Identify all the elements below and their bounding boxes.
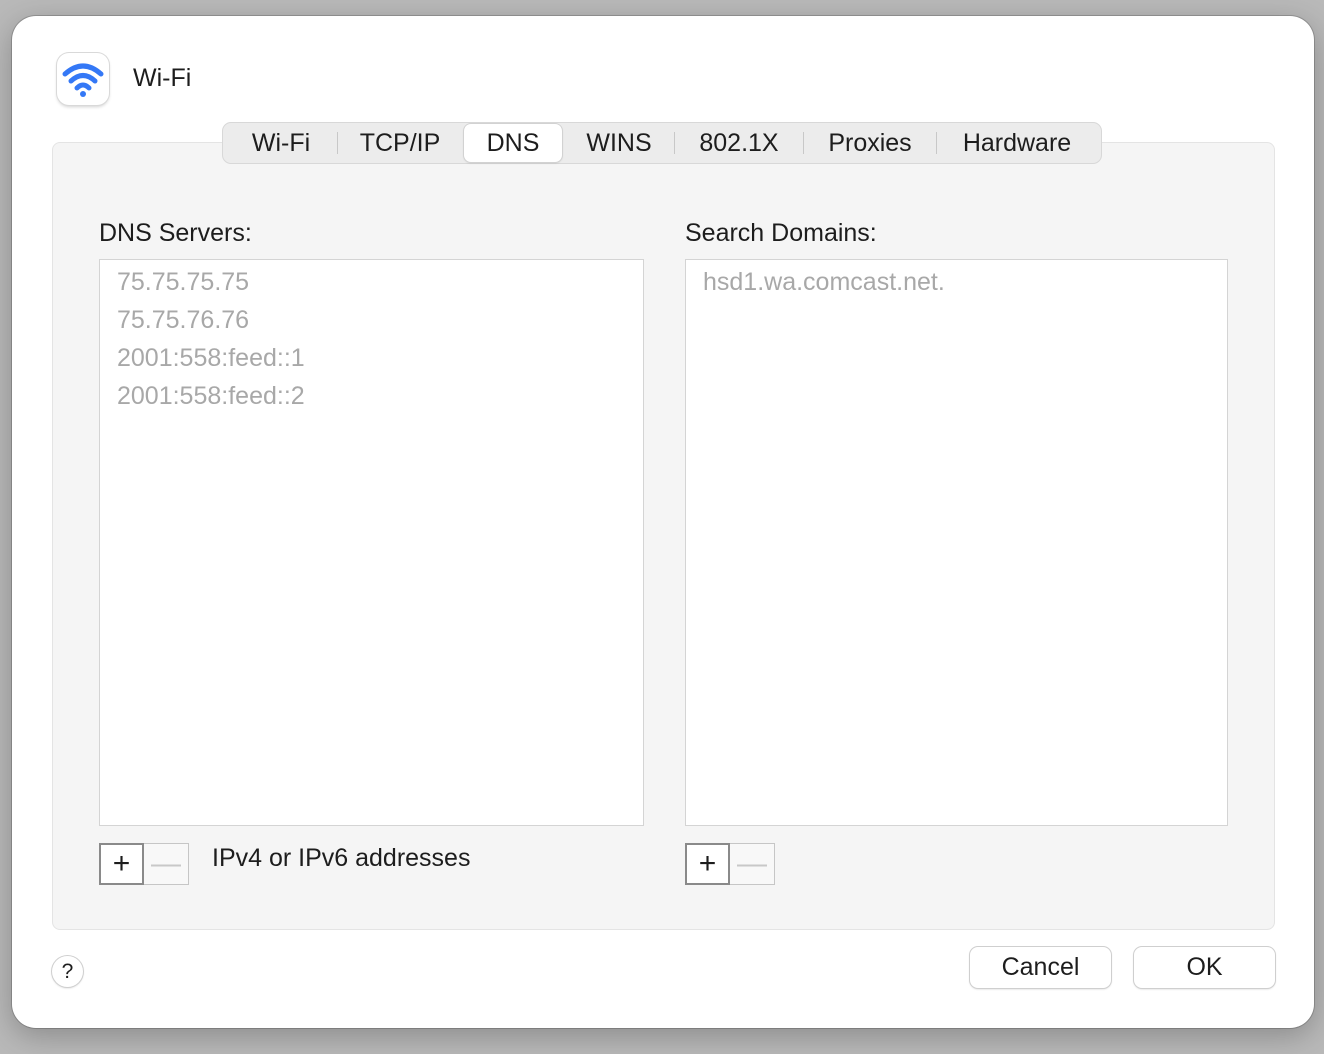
remove-dns-server-button[interactable]: — [144, 843, 189, 885]
tab-wifi[interactable]: Wi-Fi [225, 124, 337, 162]
list-item[interactable]: 75.75.76.76 [100, 301, 643, 339]
tab-proxies[interactable]: Proxies [804, 124, 936, 162]
tab-tcpip[interactable]: TCP/IP [338, 124, 462, 162]
dns-servers-hint: IPv4 or IPv6 addresses [212, 844, 471, 872]
add-search-domain-button[interactable]: + [685, 843, 730, 885]
tab-dns[interactable]: DNS [464, 124, 562, 162]
tab-wins[interactable]: WINS [564, 124, 674, 162]
list-item[interactable]: hsd1.wa.comcast.net. [686, 263, 1227, 301]
dns-servers-list[interactable]: 75.75.75.75 75.75.76.76 2001:558:feed::1… [99, 259, 644, 826]
list-item[interactable]: 2001:558:feed::1 [100, 339, 643, 377]
tab-bar: Wi-Fi TCP/IP DNS WINS 802.1X Proxies Har… [222, 122, 1102, 164]
wifi-icon [57, 53, 109, 105]
list-item[interactable]: 2001:558:feed::2 [100, 377, 643, 415]
search-domains-list[interactable]: hsd1.wa.comcast.net. [685, 259, 1228, 826]
dns-servers-controls: + — [99, 843, 189, 885]
network-dialog: Wi-Fi DNS Servers: Search Domains: 75.75… [12, 16, 1314, 1028]
search-domains-label: Search Domains: [685, 219, 877, 247]
window-title: Wi-Fi [133, 64, 192, 92]
list-item[interactable]: 75.75.75.75 [100, 263, 643, 301]
search-domains-controls: + — [685, 843, 775, 885]
dns-servers-label: DNS Servers: [99, 219, 252, 247]
help-button[interactable]: ? [52, 956, 83, 987]
dns-panel: DNS Servers: Search Domains: 75.75.75.75… [52, 142, 1275, 930]
ok-button[interactable]: OK [1134, 947, 1275, 988]
cancel-button[interactable]: Cancel [970, 947, 1111, 988]
tab-hardware[interactable]: Hardware [937, 124, 1097, 162]
add-dns-server-button[interactable]: + [99, 843, 144, 885]
tab-8021x[interactable]: 802.1X [675, 124, 803, 162]
remove-search-domain-button[interactable]: — [730, 843, 775, 885]
